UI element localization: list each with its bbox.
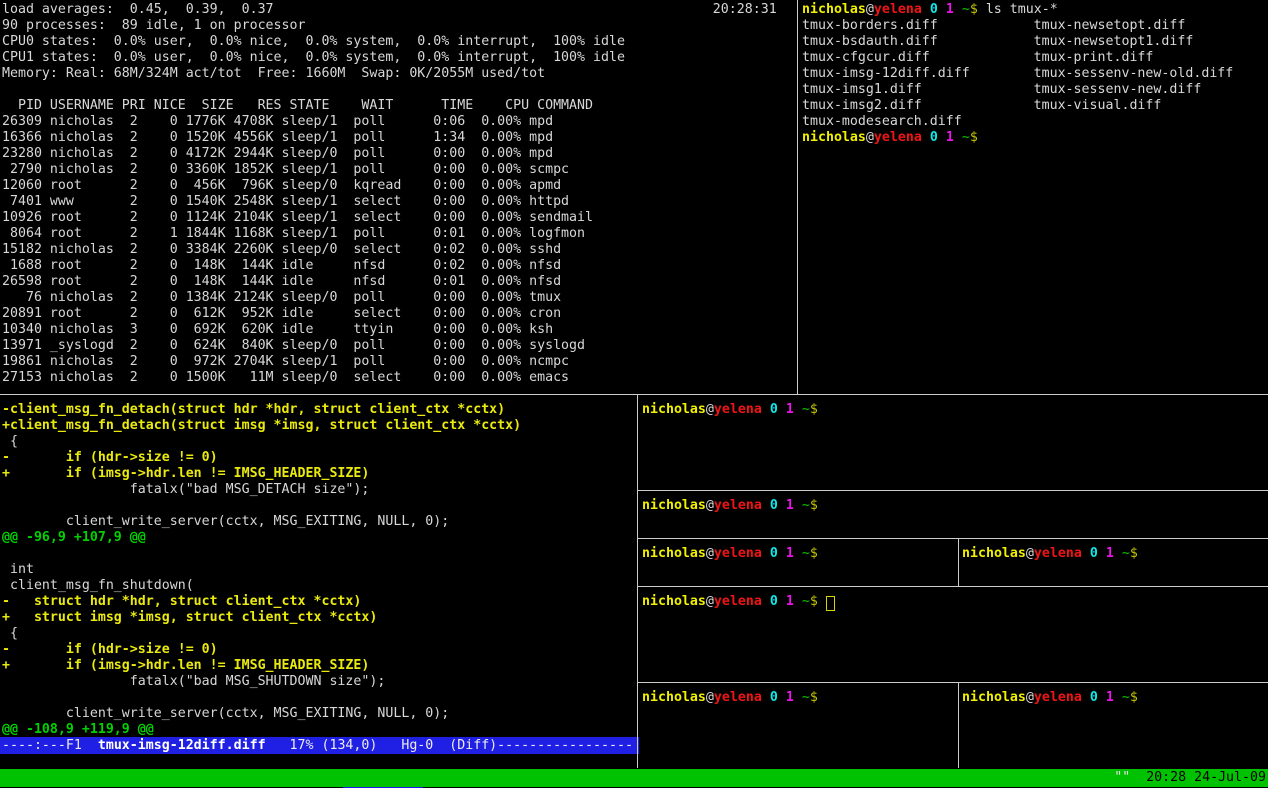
pane-shell-d-active[interactable]: nicholas@yelena 0 1 ~$ — [642, 594, 1268, 680]
ls-file-list: tmux-borders.diff tmux-newsetopt.diff tm… — [802, 18, 1266, 130]
pane-border-v-e — [958, 683, 959, 768]
emacs-modeline: ----:---F1 tmux-imsg-12diff.diff 17% (13… — [0, 737, 639, 754]
shell-prompt-ls-command: nicholas@yelena 0 1 ~$ ls tmux-* — [802, 2, 1266, 18]
pane-shell-e-left[interactable]: nicholas@yelena 0 1 ~$ — [642, 690, 956, 766]
shell-prompt: nicholas@yelena 0 1 ~$ — [962, 546, 1266, 562]
pane-border-h-a — [638, 490, 1268, 491]
tmux-status-bar: [0] 0:irssi# 1:todo 2:ncmpc- 3:mutt 4:ss… — [0, 769, 1268, 787]
shell-prompt: nicholas@yelena 0 1 ~$ — [642, 546, 956, 562]
pane-border-h-b — [638, 538, 1268, 539]
status-right-clock: "" 20:28 24-Jul-09 — [1114, 769, 1266, 787]
tmux-session: load averages: 0.45, 0.39, 0.37 20:28:31… — [0, 0, 1268, 788]
pane-border-vertical-bottom — [637, 395, 638, 768]
shell-prompt: nicholas@yelena 0 1 ~$ — [802, 130, 1266, 146]
pane-shell-c-right[interactable]: nicholas@yelena 0 1 ~$ — [962, 546, 1266, 584]
pane-emacs-diff[interactable]: -client_msg_fn_detach(struct hdr *hdr, s… — [2, 402, 634, 738]
pane-shell-ls[interactable]: nicholas@yelena 0 1 ~$ ls tmux-* tmux-bo… — [802, 2, 1266, 394]
shell-prompt: nicholas@yelena 0 1 ~$ — [642, 402, 1268, 418]
pane-shell-e-right[interactable]: nicholas@yelena 0 1 ~$ — [962, 690, 1266, 766]
pane-top-process-monitor[interactable]: load averages: 0.45, 0.39, 0.37 20:28:31… — [2, 2, 794, 394]
pane-border-v-c — [958, 539, 959, 586]
top-output: load averages: 0.45, 0.39, 0.37 20:28:31… — [2, 2, 794, 386]
pane-border-h-d — [638, 682, 1268, 683]
pane-shell-b[interactable]: nicholas@yelena 0 1 ~$ — [642, 498, 1268, 536]
pane-shell-a[interactable]: nicholas@yelena 0 1 ~$ — [642, 402, 1268, 488]
pane-border-vertical-top — [797, 0, 798, 394]
emacs-buffer: -client_msg_fn_detach(struct hdr *hdr, s… — [2, 402, 634, 738]
shell-prompt: nicholas@yelena 0 1 ~$ — [642, 594, 1268, 610]
pane-border-horizontal-main — [0, 394, 1268, 395]
pane-border-h-c — [638, 586, 1268, 587]
shell-prompt: nicholas@yelena 0 1 ~$ — [642, 498, 1268, 514]
pane-shell-c-left[interactable]: nicholas@yelena 0 1 ~$ — [642, 546, 956, 584]
shell-prompt: nicholas@yelena 0 1 ~$ — [642, 690, 956, 706]
shell-prompt: nicholas@yelena 0 1 ~$ — [962, 690, 1266, 706]
terminal-cursor — [826, 596, 835, 611]
